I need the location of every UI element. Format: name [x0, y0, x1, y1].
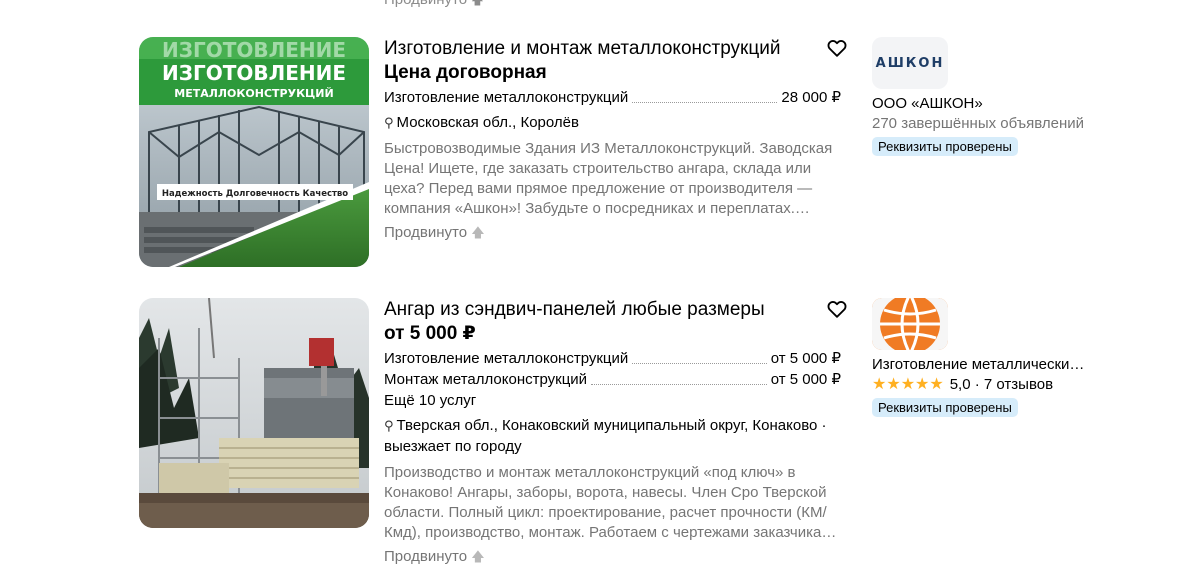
seller-name[interactable]: ООО «АШКОН»: [872, 94, 1087, 114]
listing-photo-image: ИЗГОТОВЛЕНИЕ ИЗГОТОВЛЕНИЕ МЕТАЛЛОКОНСТРУ…: [139, 37, 369, 267]
favorite-heart-icon[interactable]: [826, 298, 848, 320]
promoted-label: Продвинуто 🡅: [384, 222, 844, 243]
favorite-heart-icon[interactable]: [826, 37, 848, 59]
banner-line1: ИЗГОТОВЛЕНИЕ: [162, 61, 346, 85]
service-price: от 5 000 ₽: [770, 350, 841, 367]
banner-line2: МЕТАЛЛОКОНСТРУКЦИЙ: [174, 87, 333, 100]
service-name: Изготовление металлоконструкций: [384, 350, 629, 367]
seller-logo-text: АШКОН: [875, 55, 945, 71]
listing-title[interactable]: Изготовление и монтаж металлоконструкций: [384, 37, 844, 61]
promoted-arrow-icon: 🡅: [471, 549, 485, 564]
seller-logo[interactable]: АШКОН: [872, 37, 948, 89]
banner-tagline: Надежность Долговечность Качество: [162, 189, 348, 199]
rating-stars-icon: ★★★★★: [872, 376, 944, 393]
seller-logo[interactable]: [872, 298, 948, 350]
promoted-arrow-icon: 🡅: [471, 0, 484, 7]
promoted-arrow-icon: 🡅: [471, 225, 485, 240]
listing-info: Изготовление и монтаж металлоконструкций…: [384, 37, 844, 243]
location-pin-icon: ⚲: [384, 115, 394, 130]
seller-rating[interactable]: ★★★★★ 5,0 · 7 отзывов: [872, 375, 1092, 395]
seller-ad-count: 270 завершённых объявлений: [872, 115, 1084, 132]
listing-card[interactable]: Ангар из сэндвич-панелей любые размеры о…: [0, 298, 1200, 568]
service-price: 28 000 ₽: [781, 89, 841, 106]
service-price: от 5 000 ₽: [770, 371, 841, 388]
verified-badge: Реквизиты проверены: [872, 137, 1018, 156]
promoted-label: Продвинуто 🡅: [384, 546, 844, 567]
banner-ghost-text: ИЗГОТОВЛЕНИЕ: [162, 38, 346, 62]
review-count: · 7 отзывов: [974, 376, 1054, 393]
listing-photo-image: [139, 298, 369, 528]
service-name: Изготовление металлоконструкций: [384, 89, 629, 106]
leader-dots: [632, 363, 767, 364]
service-row: Изготовление металлоконструкций от 5 000…: [384, 348, 841, 369]
leader-dots: [591, 384, 767, 385]
rating-value: 5,0: [949, 376, 971, 393]
service-row: Изготовление металлоконструкций 28 000 ₽: [384, 87, 841, 108]
listing-location: ⚲ Московская обл., Королёв: [384, 112, 844, 133]
listing-photo[interactable]: ИЗГОТОВЛЕНИЕ ИЗГОТОВЛЕНИЕ МЕТАЛЛОКОНСТРУ…: [139, 37, 369, 267]
promoted-text: Продвинуто: [384, 548, 468, 565]
listing-location: ⚲ Тверская обл., Конаковский муниципальны…: [384, 415, 844, 457]
service-row: Монтаж металлоконструкций от 5 000 ₽: [384, 369, 841, 390]
verified-badge: Реквизиты проверены: [872, 398, 1018, 417]
listing-description: Быстровозводимые Здания ИЗ Металлоконстр…: [384, 140, 833, 217]
listing-info: Ангар из сэндвич-панелей любые размеры о…: [384, 298, 844, 567]
more-services-link[interactable]: Ещё 10 услуг: [384, 390, 844, 411]
listing-photo[interactable]: [139, 298, 369, 528]
location-pin-icon: ⚲: [384, 418, 394, 433]
promoted-text: Продвинуто: [384, 224, 468, 241]
listing-title[interactable]: Ангар из сэндвич-панелей любые размеры: [384, 298, 844, 322]
seller-block: АШКОН ООО «АШКОН» 270 завершённых объявл…: [872, 37, 1092, 156]
previous-listing-promo: Продвинуто 🡅: [384, 0, 484, 12]
seller-name[interactable]: Изготовление металлически…: [872, 355, 1087, 375]
listing-description: Производство и монтаж металлоконструкций…: [384, 464, 837, 541]
seller-block: Изготовление металлически… ★★★★★ 5,0 · 7…: [872, 298, 1092, 417]
listing-card[interactable]: ИЗГОТОВЛЕНИЕ ИЗГОТОВЛЕНИЕ МЕТАЛЛОКОНСТРУ…: [0, 37, 1200, 267]
leader-dots: [632, 102, 778, 103]
location-text: Московская обл., Королёв: [396, 114, 579, 131]
service-name: Монтаж металлоконструкций: [384, 371, 588, 388]
globe-logo-icon: [872, 298, 948, 350]
location-text: Тверская обл., Конаковский муниципальный…: [384, 417, 827, 455]
listing-price: от 5 000 ₽: [384, 323, 476, 344]
listing-price: Цена договорная: [384, 62, 547, 83]
